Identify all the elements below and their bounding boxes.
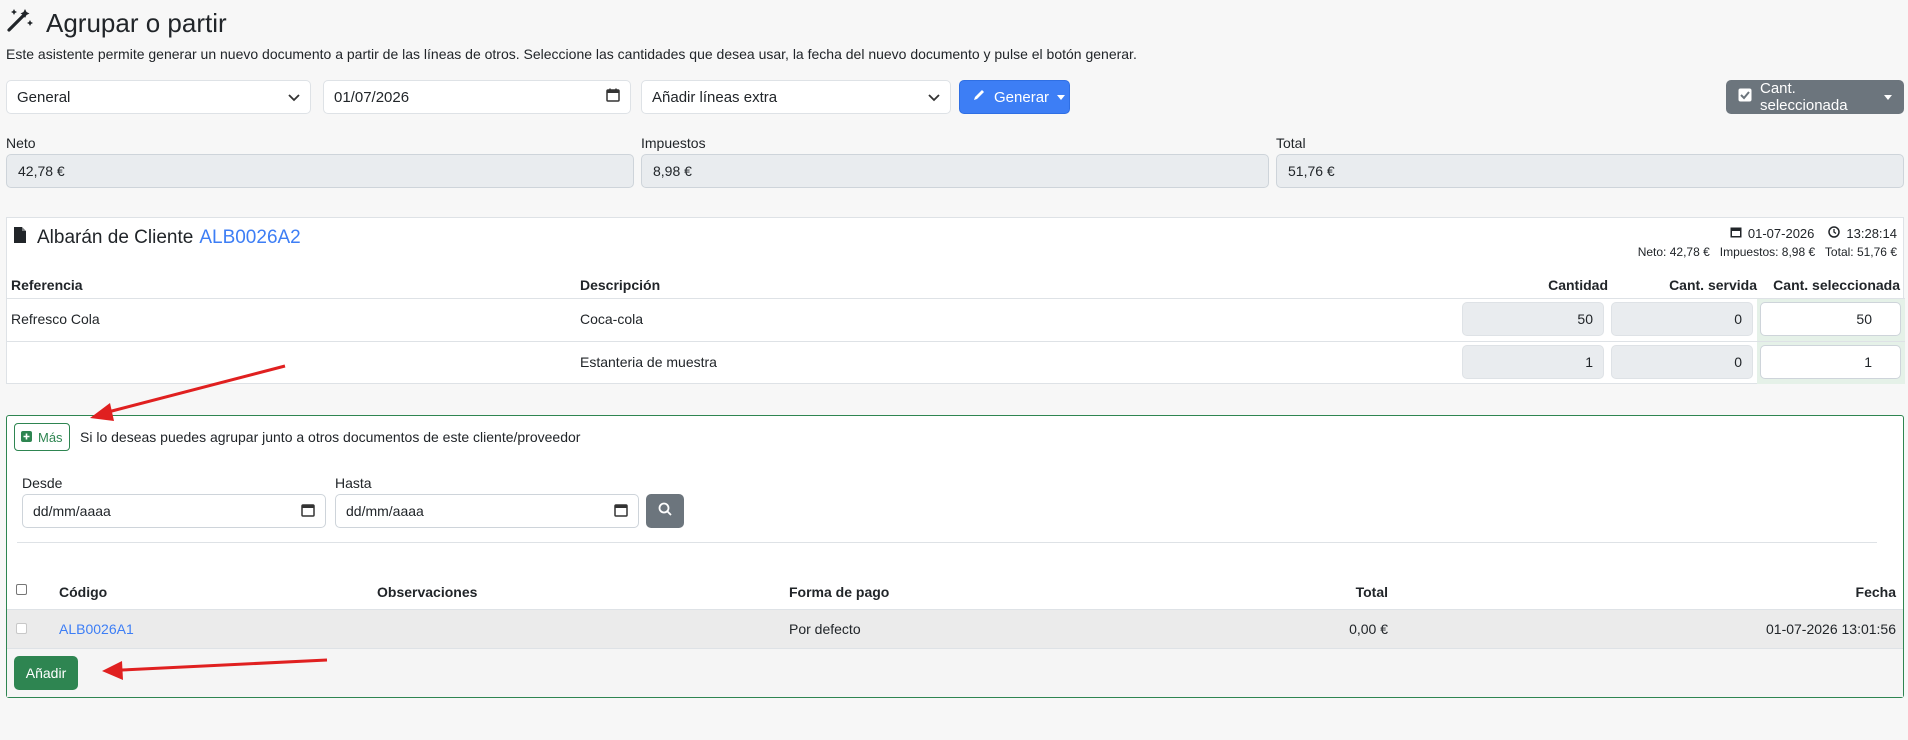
arrow-to-add-button	[102, 658, 328, 680]
arrow-to-more-button	[90, 364, 286, 421]
annotation-arrows	[90, 364, 328, 680]
